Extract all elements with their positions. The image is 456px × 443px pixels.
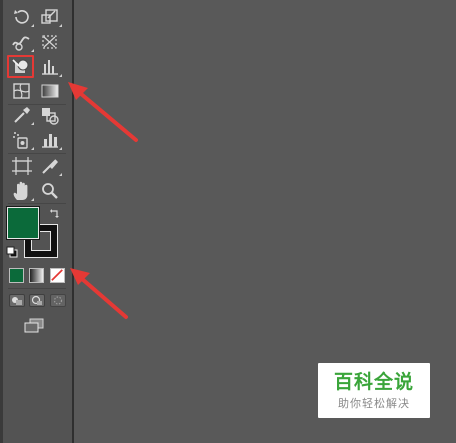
tool-group-indicator [31, 147, 34, 150]
none-mode-button[interactable] [50, 268, 65, 283]
swap-fill-stroke-icon[interactable] [49, 206, 61, 218]
blend-tool-icon[interactable] [38, 104, 62, 126]
watermark-subtitle: 助你轻松解决 [338, 398, 410, 410]
rotate-tool-icon[interactable] [10, 6, 34, 28]
tool-group-indicator [59, 147, 62, 150]
tool-group-indicator [31, 49, 34, 52]
tool-group-indicator [59, 74, 62, 77]
warp-tool-icon[interactable] [10, 31, 34, 53]
watermark: 百科全说 助你轻松解决 [318, 363, 430, 418]
divider [8, 203, 66, 204]
divider [8, 288, 66, 289]
highlight-box [7, 55, 34, 78]
default-fill-stroke-icon[interactable] [6, 245, 18, 258]
graph-tool-icon[interactable] [38, 56, 62, 78]
draw-normal-button[interactable] [9, 294, 25, 307]
scale-tool-icon[interactable] [38, 6, 62, 28]
tools-panel [0, 0, 74, 443]
fill-swatch[interactable] [6, 206, 40, 240]
divider [8, 153, 66, 154]
artboard-tool-icon[interactable] [10, 155, 34, 177]
watermark-title: 百科全说 [333, 371, 414, 393]
slice-tool-icon[interactable] [38, 155, 62, 177]
eyedropper-tool-icon[interactable] [10, 104, 34, 126]
color-mode-button[interactable] [9, 268, 24, 283]
tool-group-indicator [31, 24, 34, 27]
gradient-tool-icon[interactable] [38, 80, 62, 102]
free-transform-tool-icon[interactable] [38, 31, 62, 53]
tool-group-indicator [31, 198, 34, 201]
tool-group-indicator [59, 173, 62, 176]
annotation-arrow-icon [68, 82, 138, 142]
tool-group-indicator [31, 122, 34, 125]
column-graph-tool-icon[interactable] [38, 129, 62, 151]
tool-group-indicator [59, 24, 62, 27]
symbol-sprayer-tool-icon[interactable] [10, 129, 34, 151]
zoom-tool-icon[interactable] [38, 180, 62, 202]
hand-tool-icon[interactable] [10, 180, 34, 202]
gradient-mode-button[interactable] [29, 268, 44, 283]
annotation-arrow-icon [70, 268, 128, 319]
change-screen-mode-icon[interactable] [22, 316, 46, 338]
mesh-tool-icon[interactable] [10, 80, 34, 102]
draw-inside-button[interactable] [50, 294, 66, 307]
draw-behind-button[interactable] [29, 294, 45, 307]
